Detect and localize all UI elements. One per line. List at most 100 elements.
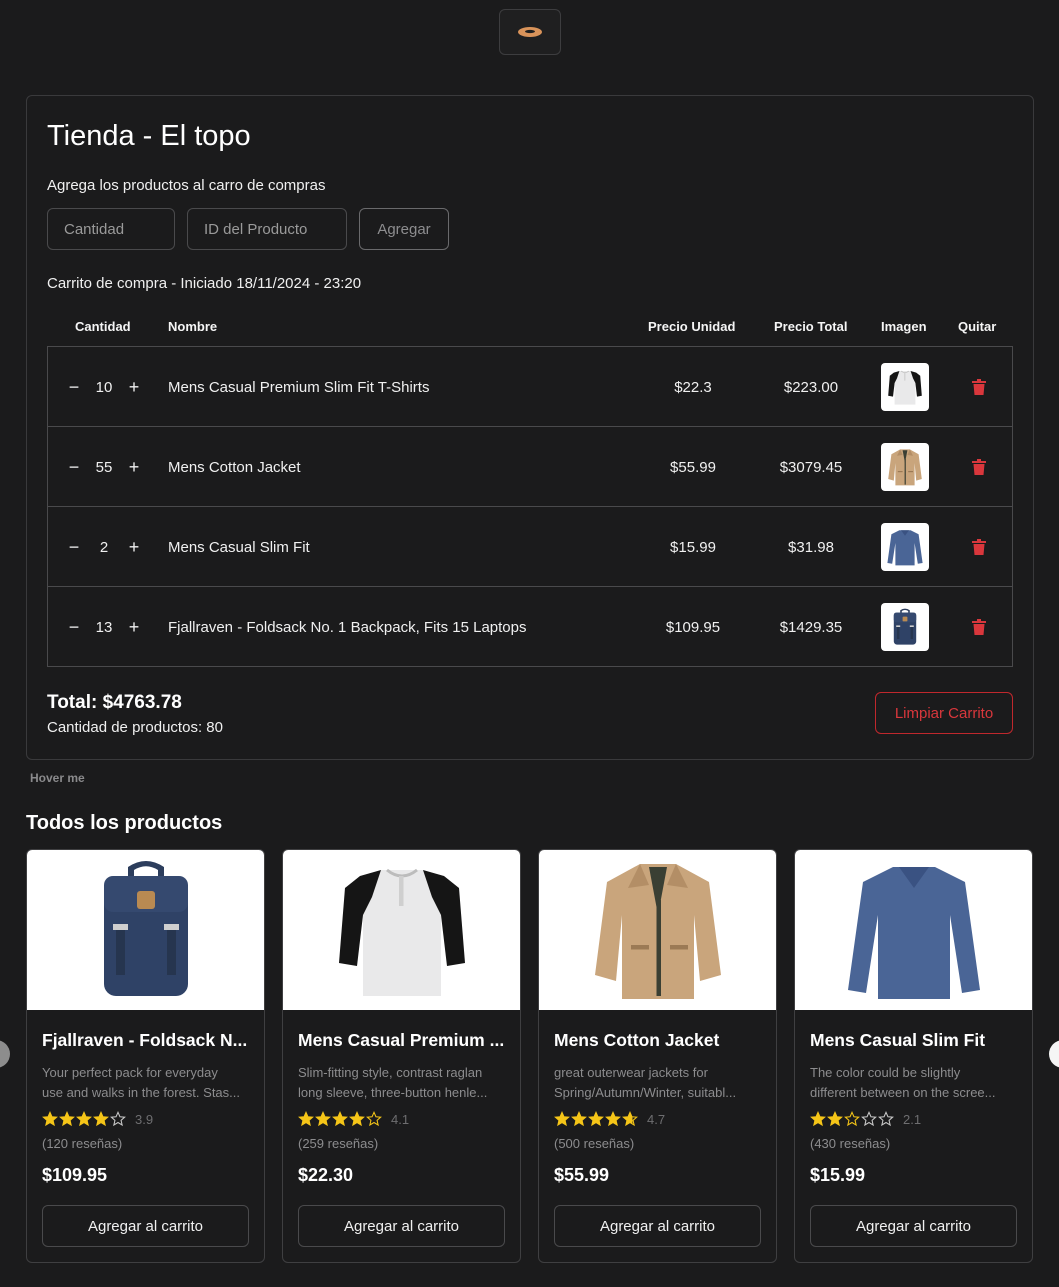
increase-qty-button[interactable]: + <box>126 617 142 638</box>
trash-icon[interactable] <box>972 459 986 475</box>
row-qty: 13 <box>95 618 113 636</box>
star-icon <box>42 1111 58 1127</box>
product-card: Fjallraven - Foldsack N... Your perfect … <box>26 849 265 1263</box>
row-unit-price: $109.95 <box>665 618 721 636</box>
row-qty: 10 <box>95 378 113 396</box>
product-description: Your perfect pack for everyday use and w… <box>42 1063 252 1103</box>
row-total-price: $223.00 <box>783 378 839 396</box>
logo-button[interactable] <box>499 9 561 55</box>
product-desc-line: different between on the scree... <box>810 1085 996 1100</box>
page-title: Tienda - El topo <box>47 120 251 152</box>
row-unit-price: $15.99 <box>670 538 716 556</box>
product-image <box>795 850 1032 1010</box>
star-rating: 4.7 <box>554 1111 665 1127</box>
product-thumbnail <box>881 603 929 651</box>
cart-row: − 2 + Mens Casual Slim Fit $15.99 $31.98 <box>48 507 1012 587</box>
header-image: Imagen <box>881 319 927 334</box>
rating-value: 3.9 <box>135 1111 154 1127</box>
product-card: Mens Casual Premium ... Slim-fitting sty… <box>282 849 521 1263</box>
row-total-price: $1429.35 <box>779 618 843 636</box>
add-to-cart-button[interactable]: Agregar al carrito <box>42 1205 249 1247</box>
clear-cart-button[interactable]: Limpiar Carrito <box>875 692 1013 734</box>
product-title: Mens Cotton Jacket <box>554 1030 720 1050</box>
product-title: Mens Casual Premium ... <box>298 1030 505 1050</box>
cart-count: Cantidad de productos: 80 <box>47 719 223 736</box>
product-thumbnail <box>881 443 929 491</box>
cart-row: − 55 + Mens Cotton Jacket $55.99 $3079.4… <box>48 427 1012 507</box>
review-count: (120 reseñas) <box>42 1136 123 1151</box>
decrease-qty-button[interactable]: − <box>66 457 82 478</box>
bagel-icon <box>518 27 542 37</box>
star-icon <box>298 1111 314 1127</box>
add-to-cart-button[interactable]: Agregar al carrito <box>298 1205 505 1247</box>
product-description: The color could be slightly different be… <box>810 1063 1020 1103</box>
product-title: Fjallraven - Foldsack N... <box>42 1030 248 1050</box>
star-icon <box>810 1111 826 1127</box>
product-desc-line: use and walks in the forest. Stas... <box>42 1085 240 1100</box>
row-name: Mens Cotton Jacket <box>168 458 301 476</box>
product-price: $22.30 <box>298 1165 354 1185</box>
decrease-qty-button[interactable]: − <box>66 617 82 638</box>
product-desc-line: Slim-fitting style, contrast raglan <box>298 1065 483 1080</box>
header-qty: Cantidad <box>75 319 131 334</box>
row-total-price: $31.98 <box>788 538 834 556</box>
star-icon <box>605 1111 621 1127</box>
row-qty: 2 <box>99 538 109 556</box>
product-description: Slim-fitting style, contrast raglan long… <box>298 1063 508 1103</box>
product-thumbnail <box>881 523 929 571</box>
star-icon <box>76 1111 92 1127</box>
rating-value: 2.1 <box>903 1111 922 1127</box>
trash-icon[interactable] <box>972 539 986 555</box>
hover-me-label[interactable]: Hover me <box>30 771 85 785</box>
add-to-cart-button[interactable]: Agregar al carrito <box>810 1205 1017 1247</box>
increase-qty-button[interactable]: + <box>126 537 142 558</box>
product-desc-line: Your perfect pack for everyday <box>42 1065 218 1080</box>
product-image <box>27 850 264 1010</box>
product-card: Mens Casual Slim Fit The color could be … <box>794 849 1033 1263</box>
star-rating: 3.9 <box>42 1111 153 1127</box>
add-button[interactable]: Agregar <box>359 208 449 250</box>
row-name: Fjallraven - Foldsack No. 1 Backpack, Fi… <box>168 618 527 636</box>
quantity-input[interactable]: Cantidad <box>47 208 175 250</box>
star-icon <box>366 1111 382 1127</box>
row-unit-price: $22.3 <box>674 378 712 396</box>
header-remove: Quitar <box>958 319 997 334</box>
decrease-qty-button[interactable]: − <box>66 537 82 558</box>
add-to-cart-button[interactable]: Agregar al carrito <box>554 1205 761 1247</box>
review-count: (500 reseñas) <box>554 1136 635 1151</box>
product-price: $15.99 <box>810 1165 866 1185</box>
star-rating: 2.1 <box>810 1111 921 1127</box>
increase-qty-button[interactable]: + <box>126 457 142 478</box>
product-image <box>539 850 776 1010</box>
decrease-qty-button[interactable]: − <box>66 377 82 398</box>
product-id-input[interactable]: ID del Producto <box>187 208 347 250</box>
header-unit-price: Precio Unidad <box>648 319 736 334</box>
cart-subtitle: Agrega los productos al carro de compras <box>47 177 326 194</box>
star-rating: 4.1 <box>298 1111 409 1127</box>
star-icon <box>59 1111 75 1127</box>
trash-icon[interactable] <box>972 379 986 395</box>
star-icon <box>93 1111 109 1127</box>
increase-qty-button[interactable]: + <box>126 377 142 398</box>
product-price: $55.99 <box>554 1165 610 1185</box>
cart-card: Tienda - El topo Agrega los productos al… <box>26 95 1034 760</box>
cart-row: − 10 + Mens Casual Premium Slim Fit T-Sh… <box>48 347 1012 427</box>
star-icon <box>554 1111 570 1127</box>
product-image <box>283 850 520 1010</box>
star-icon <box>844 1111 860 1127</box>
product-desc-line: great outerwear jackets for <box>554 1065 708 1080</box>
product-thumbnail <box>881 363 929 411</box>
row-total-price: $3079.45 <box>779 458 843 476</box>
review-count: (430 reseñas) <box>810 1136 891 1151</box>
carousel-next-button[interactable] <box>1049 1040 1059 1068</box>
header-name: Nombre <box>168 319 218 334</box>
star-icon <box>332 1111 348 1127</box>
star-icon <box>622 1111 638 1127</box>
star-icon <box>349 1111 365 1127</box>
star-icon <box>588 1111 604 1127</box>
product-title: Mens Casual Slim Fit <box>810 1030 986 1050</box>
carousel-prev-button[interactable] <box>0 1040 10 1068</box>
product-price: $109.95 <box>42 1165 108 1185</box>
trash-icon[interactable] <box>972 619 986 635</box>
row-name: Mens Casual Slim Fit <box>168 538 310 556</box>
